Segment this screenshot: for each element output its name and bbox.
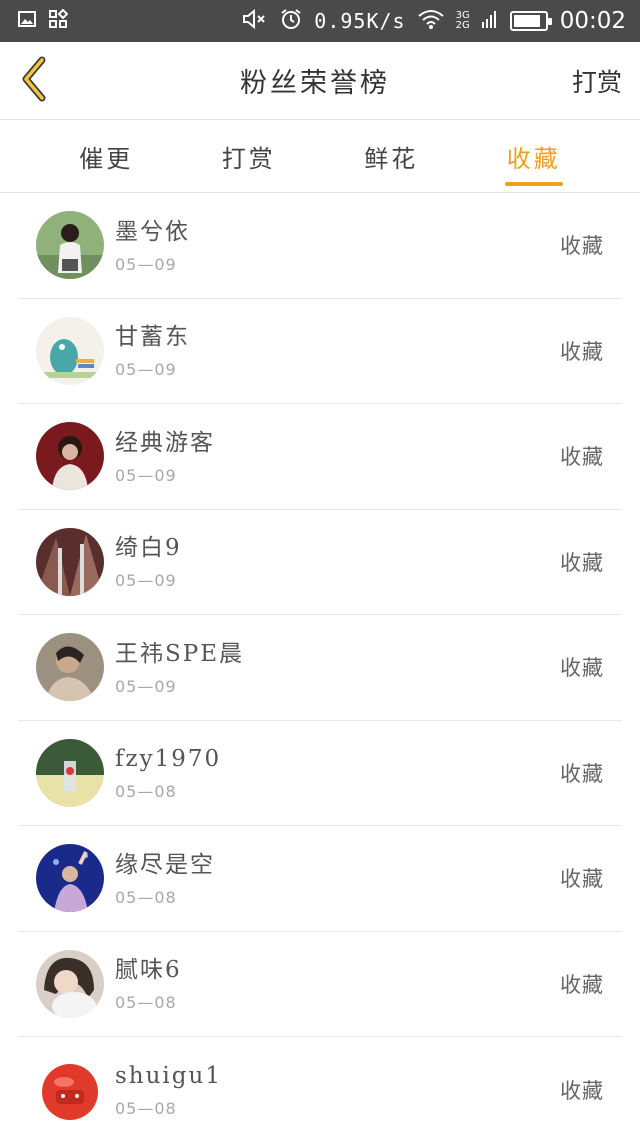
- fan-list: 墨兮依 05—09 收藏 甘蓄东 05—09 收藏 经典游客 05—09 收藏 …: [0, 193, 640, 1138]
- fan-action-label: 收藏: [560, 656, 604, 681]
- signal-icon: [481, 9, 498, 33]
- list-item[interactable]: 缘尽是空 05—08 收藏: [18, 826, 622, 932]
- fan-date: 05—09: [115, 676, 177, 696]
- tab-reward[interactable]: 打赏: [178, 120, 321, 192]
- fan-date: 05—08: [115, 782, 177, 802]
- mute-icon: [242, 8, 268, 35]
- list-item[interactable]: shuigu1 05—08 收藏: [18, 1037, 622, 1138]
- fan-date: 05—08: [115, 887, 177, 907]
- fan-name: 甘蓄东: [115, 324, 190, 351]
- status-bar: 0.95K/s 3G 2G 00:02: [0, 0, 640, 42]
- tab-favorites[interactable]: 收藏: [463, 120, 606, 192]
- tab-urge[interactable]: 催更: [35, 120, 178, 192]
- avatar: [36, 844, 104, 913]
- fan-date: 05—09: [115, 360, 177, 380]
- fan-date: 05—08: [115, 1099, 177, 1119]
- list-item[interactable]: 经典游客 05—09 收藏: [18, 404, 622, 510]
- fan-action-label: 收藏: [560, 1078, 604, 1103]
- fan-date: 05—09: [115, 465, 177, 485]
- fan-name: 腻味6: [115, 957, 182, 984]
- network-speed: 0.95K/s: [314, 9, 406, 33]
- alarm-icon: [280, 8, 302, 35]
- fan-date: 05—08: [115, 993, 177, 1013]
- list-item[interactable]: 腻味6 05—08 收藏: [18, 932, 622, 1037]
- fan-date: 05—09: [115, 254, 177, 274]
- fan-name: 墨兮依: [115, 218, 190, 245]
- network-type: 3G 2G: [456, 11, 470, 31]
- list-item[interactable]: 绮白9 05—09 收藏: [18, 510, 622, 615]
- avatar: [36, 211, 104, 280]
- fan-name: 王祎SPE晨: [115, 640, 245, 667]
- back-button[interactable]: [18, 51, 58, 111]
- fan-name: fzy1970: [115, 746, 222, 773]
- avatar: [36, 738, 104, 807]
- fan-name: 缘尽是空: [115, 851, 215, 878]
- list-item[interactable]: 墨兮依 05—09 收藏: [18, 193, 622, 299]
- image-icon: [18, 9, 36, 33]
- fan-action-label: 收藏: [560, 761, 604, 786]
- network-type-2: 2G: [455, 20, 470, 31]
- avatar: [36, 527, 104, 596]
- fan-action-label: 收藏: [560, 339, 604, 364]
- avatar: [36, 316, 104, 385]
- page-title: 粉丝荣誉榜: [239, 68, 390, 99]
- fan-name: shuigu1: [115, 1063, 222, 1090]
- clock: 00:02: [559, 8, 626, 34]
- list-item[interactable]: 王祎SPE晨 05—09 收藏: [18, 615, 622, 721]
- fan-date: 05—09: [115, 571, 177, 591]
- avatar: [36, 633, 104, 702]
- fan-action-label: 收藏: [560, 550, 604, 575]
- wifi-icon: [417, 9, 444, 34]
- back-chevron-icon: [18, 56, 50, 106]
- fan-name: 绮白9: [115, 535, 182, 562]
- fan-action-label: 收藏: [560, 445, 604, 470]
- fan-action-label: 收藏: [560, 234, 604, 259]
- tab-flowers[interactable]: 鲜花: [320, 120, 463, 192]
- avatar: [36, 1055, 104, 1124]
- fan-action-label: 收藏: [560, 867, 604, 892]
- avatar: [36, 949, 104, 1018]
- list-item[interactable]: 甘蓄东 05—09 收藏: [18, 299, 622, 404]
- fan-action-label: 收藏: [560, 972, 604, 997]
- title-bar: 粉丝荣誉榜 打赏: [0, 42, 640, 120]
- app-grid-icon: [48, 8, 69, 34]
- battery-icon: [509, 11, 552, 31]
- fan-name: 经典游客: [115, 429, 215, 456]
- avatar: [36, 422, 104, 491]
- reward-button[interactable]: 打赏: [572, 63, 622, 99]
- list-item[interactable]: fzy1970 05—08 收藏: [18, 721, 622, 826]
- tab-bar: 催更 打赏 鲜花 收藏: [0, 120, 640, 193]
